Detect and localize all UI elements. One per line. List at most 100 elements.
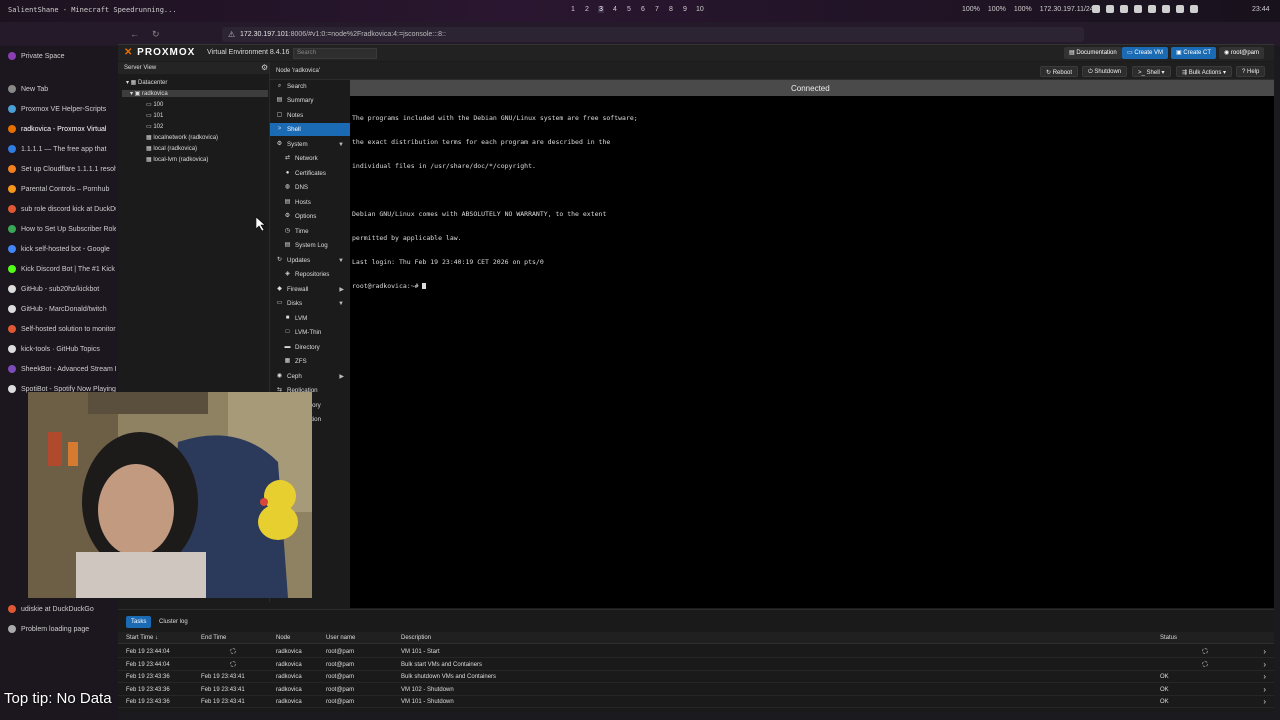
tray-icon[interactable]	[1176, 5, 1184, 13]
menu-time[interactable]: ◷ Time	[270, 225, 350, 238]
menu-shell[interactable]: > Shell	[270, 123, 350, 136]
chevron-right-icon[interactable]: ›	[1263, 685, 1266, 694]
shell-button[interactable]: >_ Shell ▾	[1132, 66, 1171, 77]
workspace-5[interactable]: 5	[626, 6, 632, 13]
browser-tab-item[interactable]: udiskie at DuckDuckGo	[8, 605, 116, 613]
workspace-1[interactable]: 1	[570, 6, 576, 13]
menu-directory[interactable]: ▬ Directory	[270, 341, 350, 354]
menu-certificates[interactable]: ● Certificates	[270, 167, 350, 180]
browser-tab-item[interactable]: How to Set Up Subscriber Roles	[8, 225, 116, 233]
browser-tab-item[interactable]: kick self-hosted bot - Google	[8, 245, 116, 253]
tray-icon[interactable]	[1092, 5, 1100, 13]
task-row[interactable]: Feb 19 23:44:04 radkovica root@pam Bulk sta…	[118, 659, 1274, 671]
menu-dns[interactable]: ◍ DNS	[270, 181, 350, 194]
tray-icon[interactable]	[1134, 5, 1142, 13]
browser-tab-item[interactable]: New Tab	[8, 85, 116, 93]
back-icon[interactable]: ←	[130, 29, 139, 39]
shutdown-button[interactable]: ⏻ Shutdown	[1082, 66, 1128, 77]
tray-icon[interactable]	[1148, 5, 1156, 13]
task-row[interactable]: Feb 19 23:43:36 Feb 19 23:43:41 radkovica r…	[118, 696, 1274, 708]
menu-repositories[interactable]: ◈ Repositories	[270, 268, 350, 281]
menu-disks[interactable]: ▭ Disks ▼	[270, 297, 350, 310]
task-cell-user: root@pam	[326, 661, 355, 668]
menu-ceph[interactable]: ◉ Ceph ▶	[270, 370, 350, 383]
menu-options[interactable]: ⚙ Options	[270, 210, 350, 223]
private-space-label[interactable]: Private Space	[8, 52, 116, 60]
menu-zfs[interactable]: ▦ ZFS	[270, 355, 350, 368]
browser-tab-item[interactable]: Proxmox VE Helper-Scripts	[8, 105, 116, 113]
browser-tab-item[interactable]: 1.1.1.1 — The free app that	[8, 145, 116, 153]
reload-icon[interactable]: ↻	[152, 29, 160, 40]
help-button[interactable]: ? Help	[1236, 66, 1266, 77]
workspace-9[interactable]: 9	[682, 6, 688, 13]
column-user-name[interactable]: User name	[326, 635, 355, 641]
column-node[interactable]: Node	[276, 635, 290, 641]
menu-firewall[interactable]: ◆ Firewall ▶	[270, 283, 350, 296]
task-row[interactable]: Feb 19 23:44:04 radkovica root@pam VM 101 -…	[118, 646, 1274, 658]
browser-tab-item[interactable]: GitHub - MarcDonald/twitch	[8, 305, 116, 313]
column-status[interactable]: Status	[1160, 635, 1177, 641]
tree-vm-101[interactable]: ▭ 101	[146, 112, 163, 119]
tree-storage-local-lvm[interactable]: ▦ local-lvm (radkovica)	[146, 156, 208, 163]
gear-icon[interactable]: ⚙	[261, 63, 268, 72]
browser-tab-item[interactable]: sub role discord kick at DuckDuckGo	[8, 205, 116, 213]
tree-storage-localnetwork[interactable]: ▦ localnetwork (radkovica)	[146, 134, 218, 141]
tree-view-selector[interactable]: Server View ⚙	[118, 62, 269, 74]
create-vm-button[interactable]: ▭ Create VM	[1122, 47, 1169, 59]
tray-icon[interactable]	[1190, 5, 1198, 13]
column-start-time[interactable]: Start Time ↓	[126, 635, 158, 641]
workspace-8[interactable]: 8	[668, 6, 674, 13]
reboot-button[interactable]: ↻ Reboot	[1040, 66, 1079, 77]
browser-tab-item[interactable]: kick-tools · GitHub Topics	[8, 345, 116, 353]
workspace-2[interactable]: 2	[584, 6, 590, 13]
menu-lvm-thin[interactable]: □ LVM-Thin	[270, 326, 350, 339]
browser-tab-item[interactable]: Parental Controls – Pornhub	[8, 185, 116, 193]
workspace-3[interactable]: 3	[598, 6, 604, 13]
user-menu-button[interactable]: ◉ root@pam	[1219, 47, 1265, 59]
column-description[interactable]: Description	[401, 635, 431, 641]
menu-search[interactable]: ⌕ Search	[270, 80, 350, 93]
workspace-4[interactable]: 4	[612, 6, 618, 13]
tree-vm-100[interactable]: ▭ 100	[146, 101, 163, 108]
tray-icon[interactable]	[1106, 5, 1114, 13]
tree-datacenter[interactable]: ▾ ▦ Datacenter	[126, 79, 167, 86]
create-ct-button[interactable]: ▣ Create CT	[1171, 47, 1217, 59]
browser-tab-item[interactable]: Self-hosted solution to monitor	[8, 325, 116, 333]
menu-lvm[interactable]: ■ LVM	[270, 312, 350, 325]
column-end-time[interactable]: End Time	[201, 635, 226, 641]
chevron-right-icon[interactable]: ›	[1263, 672, 1266, 681]
workspace-10[interactable]: 10	[696, 6, 704, 13]
browser-tab-item[interactable]: SheekBot - Advanced Stream Bot	[8, 365, 116, 373]
browser-tab-item[interactable]: radkovica - Proxmox Virtual	[8, 125, 116, 133]
browser-tab-item[interactable]: Kick Discord Bot | The #1 Kick	[8, 265, 116, 273]
workspace-7[interactable]: 7	[654, 6, 660, 13]
browser-tab-item[interactable]: GitHub - sub20hz/kickbot	[8, 285, 116, 293]
menu-system[interactable]: ⚙ System ▼	[270, 138, 350, 151]
menu-updates[interactable]: ↻ Updates ▼	[270, 254, 350, 267]
tree-node-radkovica[interactable]: ▾ ▣ radkovica	[122, 90, 268, 97]
task-row[interactable]: Feb 19 23:43:36 Feb 19 23:43:41 radkovica r…	[118, 684, 1274, 696]
address-bar[interactable]: ⚠ 172.30.197.101:8006/#v1:0:=node%2Fradk…	[222, 27, 1084, 42]
menu-network[interactable]: ⇄ Network	[270, 152, 350, 165]
chevron-right-icon[interactable]: ›	[1263, 660, 1266, 669]
browser-tab-item[interactable]: Set up Cloudflare 1.1.1.1 resolver	[8, 165, 116, 173]
tray-icon[interactable]	[1162, 5, 1170, 13]
tab-tasks[interactable]: Tasks	[126, 616, 152, 628]
bulk-actions-button[interactable]: ⇶ Bulk Actions ▾	[1176, 66, 1233, 77]
documentation-button[interactable]: ▤ Documentation	[1064, 47, 1122, 59]
menu-summary[interactable]: ▤ Summary	[270, 94, 350, 107]
menu-hosts[interactable]: ▤ Hosts	[270, 196, 350, 209]
tray-icon[interactable]	[1120, 5, 1128, 13]
menu-notes[interactable]: ▢ Notes	[270, 109, 350, 122]
chevron-right-icon[interactable]: ›	[1263, 647, 1266, 656]
chevron-right-icon[interactable]: ›	[1263, 697, 1266, 706]
tree-vm-102[interactable]: ▭ 102	[146, 123, 163, 130]
browser-tab-item[interactable]: Problem loading page	[8, 625, 116, 633]
task-row[interactable]: Feb 19 23:43:36 Feb 19 23:43:41 radkovica r…	[118, 671, 1274, 683]
tree-storage-local[interactable]: ▦ local (radkovica)	[146, 145, 197, 152]
workspace-6[interactable]: 6	[640, 6, 646, 13]
search-input[interactable]: Search	[293, 48, 377, 59]
menu-system-log[interactable]: ▤ System Log	[270, 239, 350, 252]
shell-terminal[interactable]: Connected The programs included with the…	[350, 80, 1274, 608]
tab-cluster-log[interactable]: Cluster log	[154, 616, 193, 628]
